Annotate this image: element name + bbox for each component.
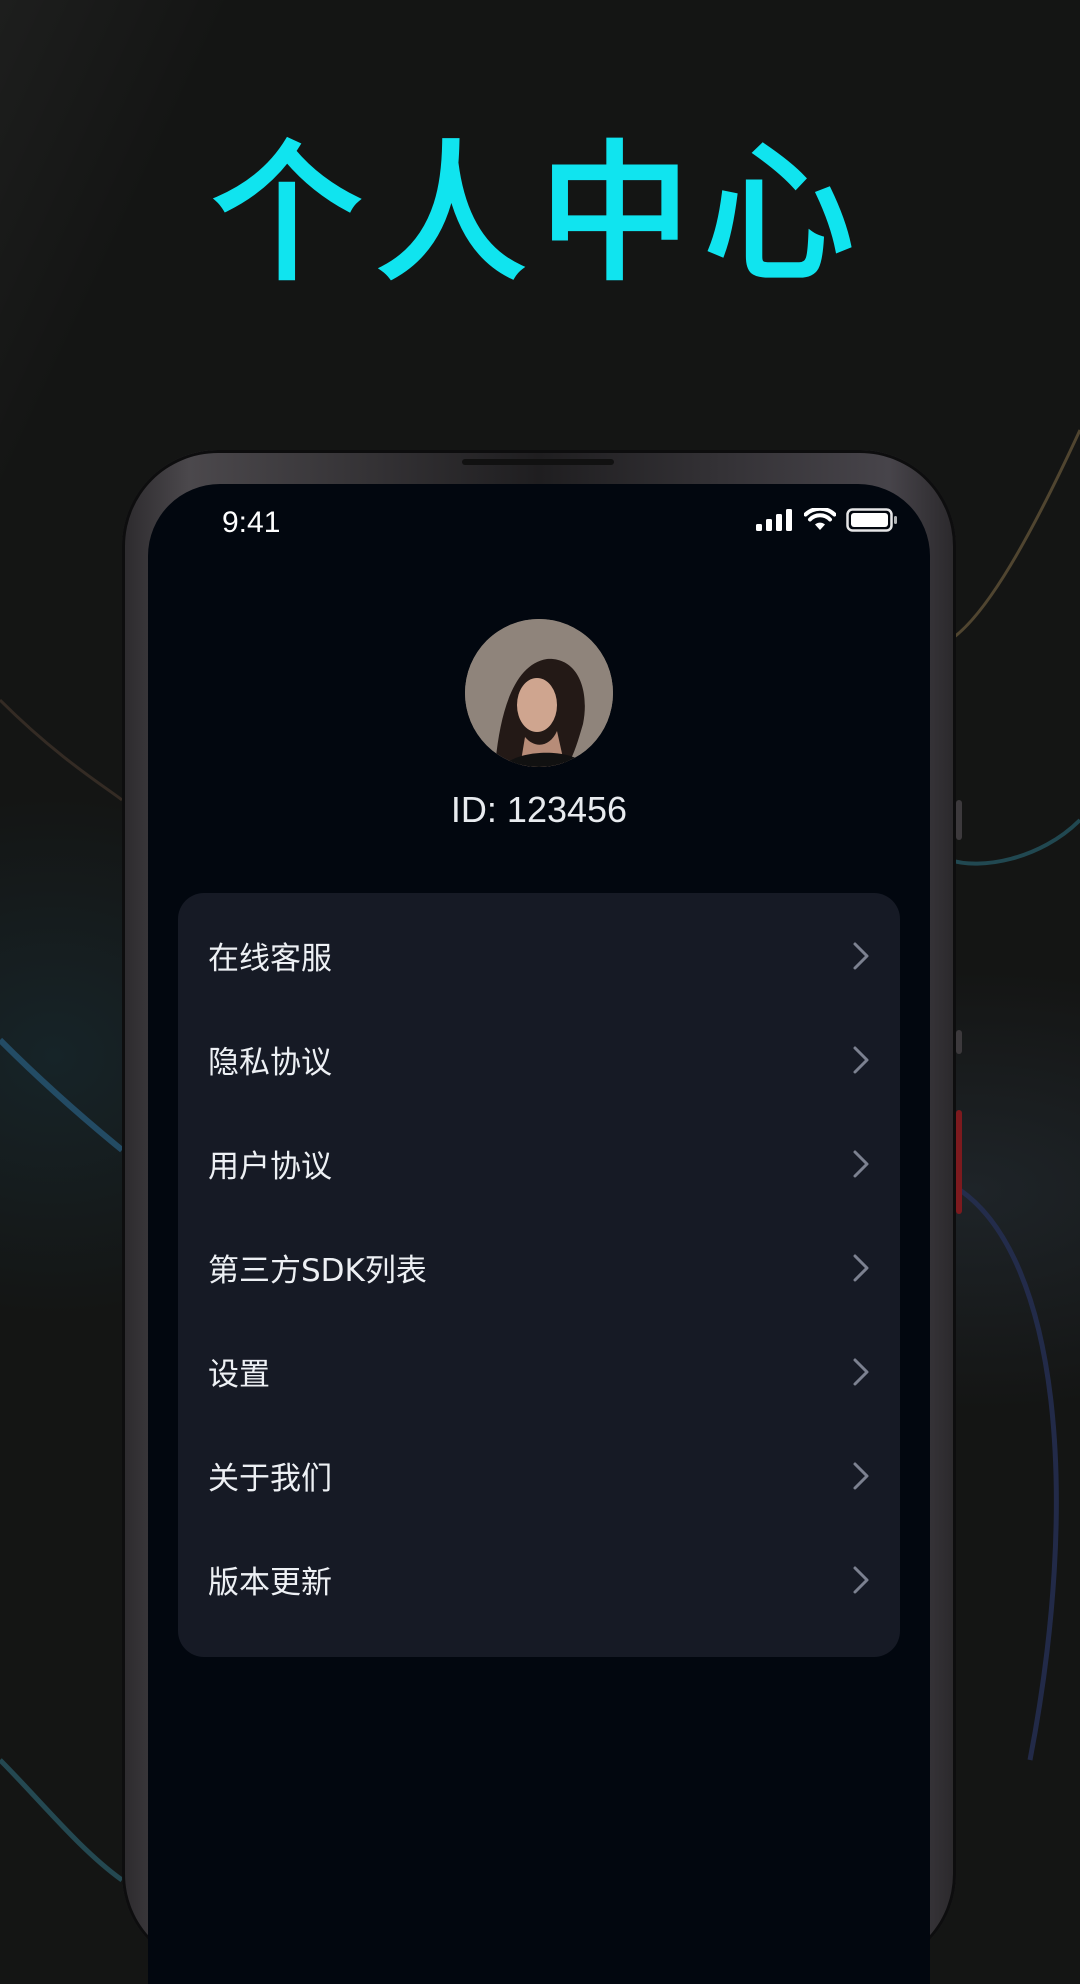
avatar-photo xyxy=(465,619,613,767)
menu-item-settings[interactable]: 设置 xyxy=(178,1319,900,1423)
chevron-right-icon xyxy=(853,1254,869,1282)
menu-item-user-agreement[interactable]: 用户协议 xyxy=(178,1111,900,1215)
menu-item-label: 在线客服 xyxy=(208,940,332,977)
chevron-right-icon xyxy=(853,1358,869,1386)
menu-item-label: 第三方SDK列表 xyxy=(208,1252,427,1289)
profile-header: ID: 123456 xyxy=(148,619,930,831)
menu-item-label: 用户协议 xyxy=(208,1148,332,1185)
status-time: 9:41 xyxy=(222,506,281,539)
phone-speaker xyxy=(462,459,614,465)
chevron-right-icon xyxy=(853,1150,869,1178)
chevron-right-icon xyxy=(853,942,869,970)
volume-button xyxy=(956,1030,962,1054)
volume-button xyxy=(956,800,962,840)
chevron-right-icon xyxy=(853,1462,869,1490)
menu-item-label: 设置 xyxy=(208,1356,270,1393)
menu-item-version-update[interactable]: 版本更新 xyxy=(178,1527,900,1631)
chevron-right-icon xyxy=(853,1046,869,1074)
phone-screen: 9:41 ID: 123456 在线客服 隐私协议 用户协议 第三方SDK列表 … xyxy=(148,484,930,1984)
avatar[interactable] xyxy=(465,619,613,767)
signal-icon xyxy=(756,509,792,531)
menu-item-label: 隐私协议 xyxy=(208,1044,332,1081)
menu-item-about-us[interactable]: 关于我们 xyxy=(178,1423,900,1527)
status-icons xyxy=(756,508,898,532)
menu-item-privacy-policy[interactable]: 隐私协议 xyxy=(178,1007,900,1111)
battery-icon xyxy=(846,508,897,532)
chevron-right-icon xyxy=(853,1566,869,1594)
menu-item-label: 关于我们 xyxy=(208,1460,332,1497)
status-bar: 9:41 xyxy=(148,484,930,564)
user-id: ID: 123456 xyxy=(450,789,628,830)
wifi-icon xyxy=(804,508,836,530)
menu-card: 在线客服 隐私协议 用户协议 第三方SDK列表 设置 关于我们 版本更新 xyxy=(178,893,900,1657)
menu-item-sdk-list[interactable]: 第三方SDK列表 xyxy=(178,1215,900,1319)
menu-item-online-service[interactable]: 在线客服 xyxy=(178,903,900,1007)
page-headline: 个人中心 xyxy=(211,128,868,302)
power-button xyxy=(956,1110,962,1214)
menu-item-label: 版本更新 xyxy=(208,1564,332,1601)
